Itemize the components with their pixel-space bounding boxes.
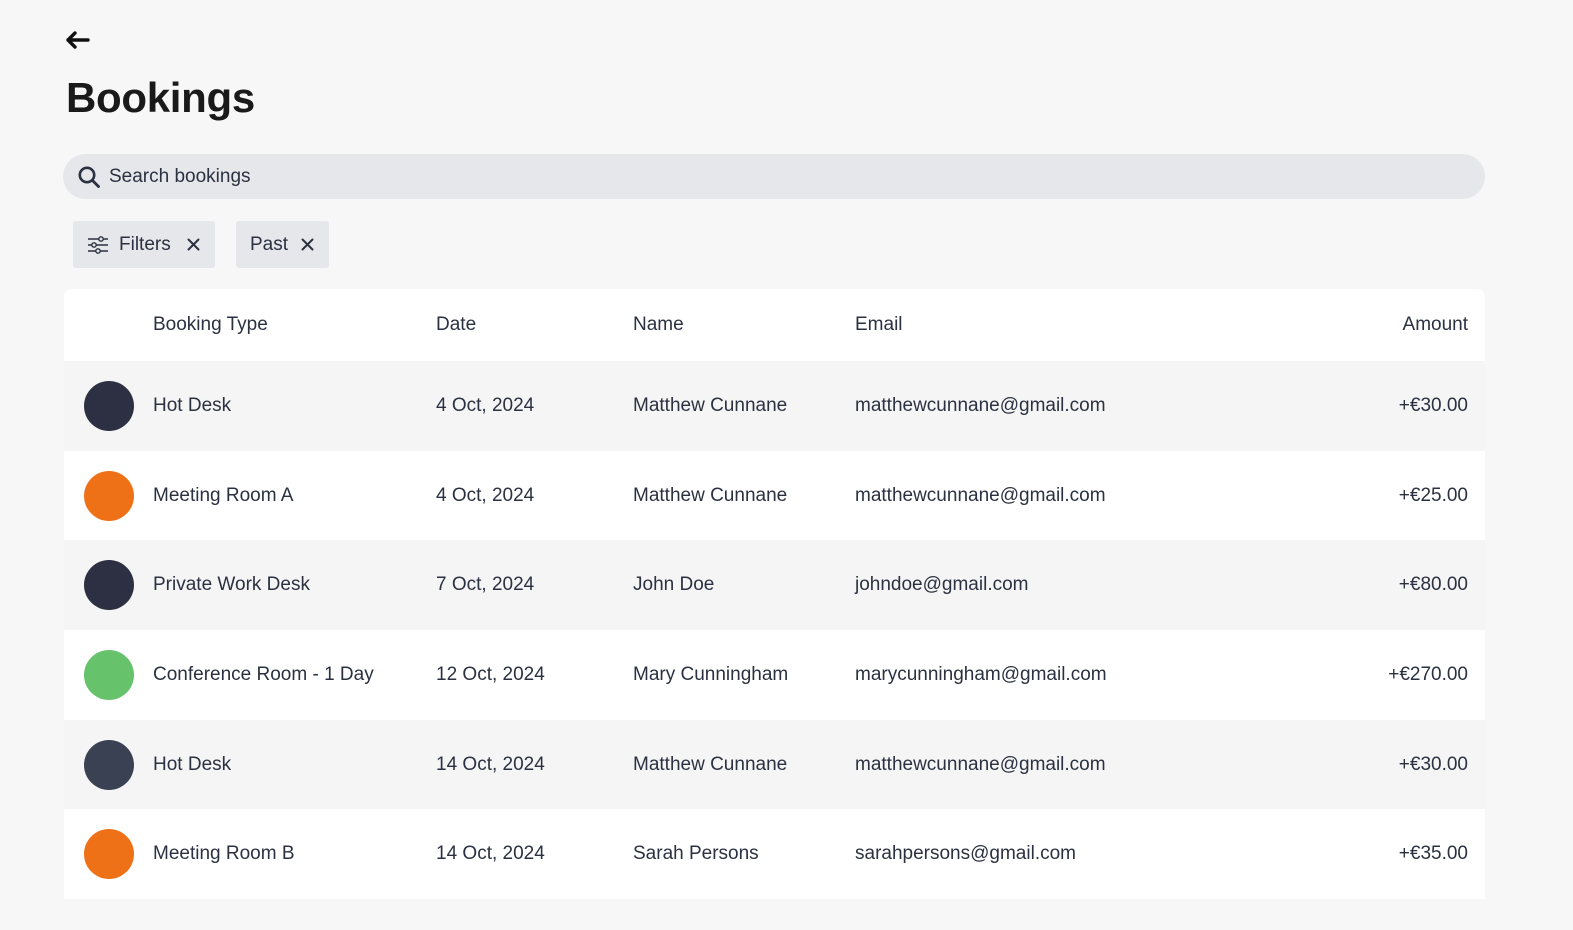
table-header: Booking Type Date Name Email Amount bbox=[64, 289, 1485, 361]
email-cell: matthewcunnane@gmail.com bbox=[855, 394, 1106, 416]
date-cell: 14 Oct, 2024 bbox=[436, 843, 545, 865]
booking-type-color-dot bbox=[84, 649, 134, 700]
email-cell: matthewcunnane@gmail.com bbox=[855, 753, 1106, 775]
booking-type-cell: Hot Desk bbox=[153, 394, 232, 416]
name-cell: Matthew Cunnane bbox=[633, 484, 788, 506]
amount-cell: +€35.00 bbox=[1398, 843, 1468, 865]
column-header-email[interactable]: Email bbox=[855, 314, 903, 336]
close-icon[interactable] bbox=[299, 237, 315, 253]
date-cell: 12 Oct, 2024 bbox=[436, 663, 545, 685]
name-cell: Matthew Cunnane bbox=[633, 753, 788, 775]
booking-type-cell: Private Work Desk bbox=[153, 574, 310, 596]
filters-chip-label: Filters bbox=[119, 233, 171, 255]
booking-type-cell: Conference Room - 1 Day bbox=[153, 663, 374, 685]
email-cell: matthewcunnane@gmail.com bbox=[855, 484, 1106, 506]
table-row[interactable]: Hot Desk 14 Oct, 2024 Matthew Cunnane ma… bbox=[64, 719, 1485, 810]
booking-type-cell: Meeting Room B bbox=[153, 843, 295, 865]
sliders-icon bbox=[87, 234, 109, 256]
column-header-date[interactable]: Date bbox=[436, 314, 476, 336]
email-cell: marycunningham@gmail.com bbox=[855, 663, 1107, 685]
name-cell: Matthew Cunnane bbox=[633, 394, 788, 416]
search-icon bbox=[76, 164, 102, 190]
email-cell: sarahpersons@gmail.com bbox=[855, 843, 1076, 865]
search-bar[interactable] bbox=[63, 154, 1485, 199]
booking-type-cell: Hot Desk bbox=[153, 753, 232, 775]
table-row[interactable]: Meeting Room B 14 Oct, 2024 Sarah Person… bbox=[64, 809, 1485, 900]
past-chip-label: Past bbox=[250, 233, 289, 255]
arrow-left-icon bbox=[64, 30, 90, 55]
search-input[interactable] bbox=[109, 156, 1409, 197]
name-cell: Mary Cunningham bbox=[633, 663, 789, 685]
date-cell: 14 Oct, 2024 bbox=[436, 753, 545, 775]
booking-type-color-dot bbox=[84, 829, 134, 880]
close-icon[interactable] bbox=[185, 237, 201, 253]
amount-cell: +€80.00 bbox=[1398, 574, 1468, 596]
date-cell: 4 Oct, 2024 bbox=[436, 394, 535, 416]
past-chip[interactable]: Past bbox=[236, 221, 329, 268]
column-header-amount[interactable]: Amount bbox=[1403, 314, 1468, 336]
booking-type-cell: Meeting Room A bbox=[153, 484, 294, 506]
table-row[interactable]: Meeting Room A 4 Oct, 2024 Matthew Cunna… bbox=[64, 450, 1485, 541]
date-cell: 7 Oct, 2024 bbox=[436, 574, 535, 596]
table-row[interactable]: Hot Desk 4 Oct, 2024 Matthew Cunnane mat… bbox=[64, 361, 1485, 451]
bookings-table: Booking Type Date Name Email Amount Hot … bbox=[64, 289, 1485, 900]
table-row[interactable]: Private Work Desk 7 Oct, 2024 John Doe j… bbox=[64, 540, 1485, 631]
filters-chip[interactable]: Filters bbox=[73, 221, 215, 268]
booking-type-color-dot bbox=[84, 380, 134, 431]
name-cell: John Doe bbox=[633, 574, 715, 596]
amount-cell: +€270.00 bbox=[1388, 663, 1468, 685]
amount-cell: +€30.00 bbox=[1398, 394, 1468, 416]
back-button[interactable] bbox=[60, 26, 94, 58]
column-header-booking-type[interactable]: Booking Type bbox=[153, 314, 268, 336]
bookings-page: Bookings Filters Past bbox=[0, 0, 1573, 930]
column-header-name[interactable]: Name bbox=[633, 314, 684, 336]
booking-type-color-dot bbox=[84, 470, 134, 521]
page-title: Bookings bbox=[66, 74, 255, 121]
table-row[interactable]: Conference Room - 1 Day 12 Oct, 2024 Mar… bbox=[64, 630, 1485, 720]
booking-type-color-dot bbox=[84, 560, 134, 611]
booking-type-color-dot bbox=[84, 739, 134, 790]
amount-cell: +€30.00 bbox=[1398, 753, 1468, 775]
email-cell: johndoe@gmail.com bbox=[855, 574, 1029, 596]
date-cell: 4 Oct, 2024 bbox=[436, 484, 535, 506]
name-cell: Sarah Persons bbox=[633, 843, 759, 865]
amount-cell: +€25.00 bbox=[1398, 484, 1468, 506]
